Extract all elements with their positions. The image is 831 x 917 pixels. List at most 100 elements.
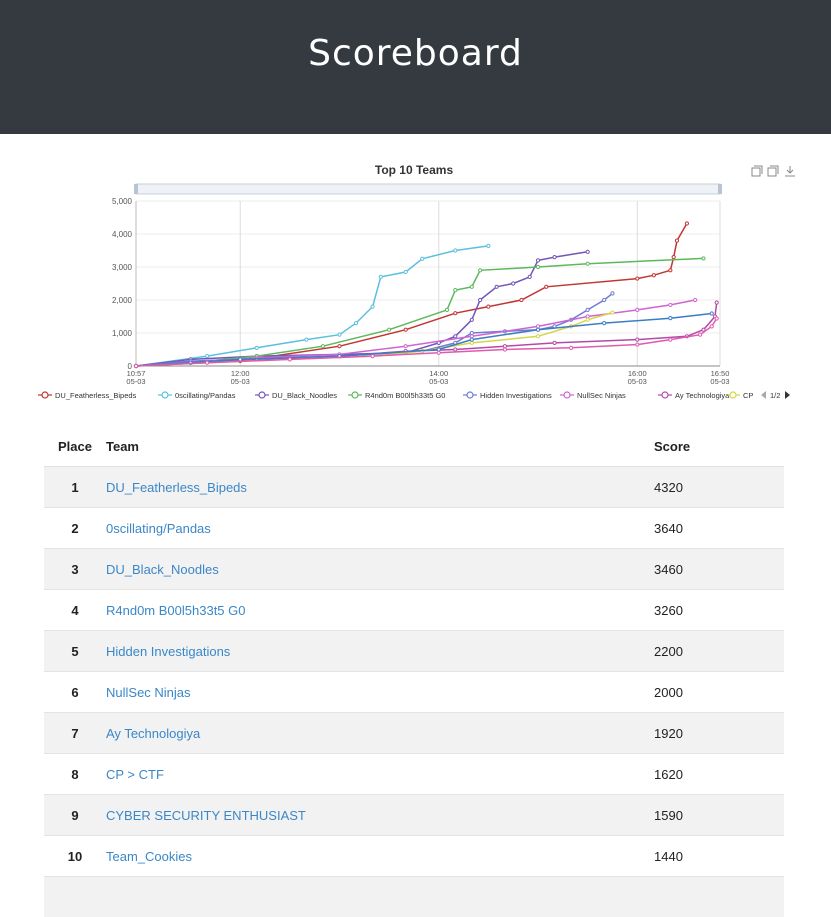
data-point	[470, 285, 473, 288]
place-cell: 7	[44, 713, 106, 754]
place-cell: 10	[44, 836, 106, 877]
x-tick-date-label: 05-03	[126, 377, 145, 386]
data-point	[470, 335, 473, 338]
data-point	[454, 348, 457, 351]
legend-page-label: 1/2	[770, 391, 780, 400]
team-cell: Team_Cookies	[106, 836, 654, 877]
page-title: Scoreboard	[308, 33, 523, 74]
team-cell: DU_Black_Noodles	[106, 549, 654, 590]
team-link[interactable]: Team_Cookies	[106, 849, 192, 864]
data-point	[404, 345, 407, 348]
score-cell: 3640	[654, 508, 784, 549]
score-header: Score	[654, 426, 784, 467]
place-header: Place	[44, 426, 106, 467]
data-point	[503, 348, 506, 351]
team-link[interactable]: Hidden Investigations	[106, 644, 230, 659]
data-point	[685, 222, 688, 225]
data-point	[371, 305, 374, 308]
table-row: 10 Team_Cookies 1440	[44, 836, 784, 877]
data-point	[553, 256, 556, 259]
data-point	[545, 285, 548, 288]
legend-swatch-marker	[352, 392, 358, 398]
team-link[interactable]: Ay Technologiya	[106, 726, 200, 741]
data-point	[715, 301, 718, 304]
table-header-row: Place Team Score	[44, 426, 784, 467]
data-point	[371, 355, 374, 358]
team-link[interactable]: CYBER SECURITY ENTHUSIAST	[106, 808, 306, 823]
zoom-reset-icon	[768, 166, 778, 176]
place-cell: 9	[44, 795, 106, 836]
data-point	[669, 317, 672, 320]
data-point	[536, 259, 539, 262]
data-point	[586, 262, 589, 265]
x-tick-date-label: 05-03	[231, 377, 250, 386]
table-row: 8 CP > CTF 1620	[44, 754, 784, 795]
data-point	[694, 298, 697, 301]
table-row: 7 Ay Technologiya 1920	[44, 713, 784, 754]
score-chart-svg: Top 10 Teams01,0002,0003,0004,0005,00010…	[30, 150, 801, 410]
data-point	[470, 341, 473, 344]
data-point	[454, 289, 457, 292]
data-point	[586, 250, 589, 253]
score-cell: 4320	[654, 467, 784, 508]
team-link[interactable]: CP > CTF	[106, 767, 164, 782]
data-point	[536, 325, 539, 328]
legend-item-label: DU_Black_Noodles	[272, 391, 337, 400]
data-point	[636, 277, 639, 280]
data-point	[699, 333, 702, 336]
data-point	[715, 317, 718, 320]
table-row-partial	[44, 877, 784, 917]
legend-swatch-marker	[730, 392, 736, 398]
data-point	[512, 282, 515, 285]
score-cell: 3260	[654, 590, 784, 631]
data-point	[536, 328, 539, 331]
data-point	[487, 305, 490, 308]
data-point	[652, 274, 655, 277]
data-point	[669, 269, 672, 272]
y-tick-label: 5,000	[112, 197, 133, 206]
score-cell: 1920	[654, 713, 784, 754]
data-point	[586, 318, 589, 321]
team-cell: NullSec Ninjas	[106, 672, 654, 713]
team-link[interactable]: DU_Black_Noodles	[106, 562, 219, 577]
data-point	[454, 335, 457, 338]
data-point	[470, 338, 473, 341]
place-cell: 4	[44, 590, 106, 631]
data-point	[503, 345, 506, 348]
team-cell: CYBER SECURITY ENTHUSIAST	[106, 795, 654, 836]
team-header: Team	[106, 426, 654, 467]
data-point	[437, 348, 440, 351]
data-point	[487, 244, 490, 247]
team-link[interactable]: 0scillating/Pandas	[106, 521, 211, 536]
data-point	[570, 346, 573, 349]
data-point	[536, 265, 539, 268]
data-point	[338, 333, 341, 336]
zoom-slider-track	[136, 184, 720, 194]
team-cell: Hidden Investigations	[106, 631, 654, 672]
place-cell: 8	[44, 754, 106, 795]
data-point	[470, 318, 473, 321]
legend-item-label: 0scillating/Pandas	[175, 391, 236, 400]
data-point	[404, 270, 407, 273]
partial-row-cell	[44, 877, 784, 917]
legend-swatch-marker	[467, 392, 473, 398]
data-point	[354, 322, 357, 325]
data-point	[239, 358, 242, 361]
data-point	[553, 341, 556, 344]
place-cell: 1	[44, 467, 106, 508]
data-point	[636, 308, 639, 311]
team-link[interactable]: NullSec Ninjas	[106, 685, 191, 700]
data-point	[388, 328, 391, 331]
scoreboard-table: Place Team Score 1 DU_Featherless_Bipeds…	[44, 426, 784, 917]
table-row: 9 CYBER SECURITY ENTHUSIAST 1590	[44, 795, 784, 836]
data-point	[338, 345, 341, 348]
data-point	[379, 275, 382, 278]
legend-item-label: CP	[743, 391, 753, 400]
data-point	[586, 315, 589, 318]
team-cell: Ay Technologiya	[106, 713, 654, 754]
team-link[interactable]: DU_Featherless_Bipeds	[106, 480, 247, 495]
zoom-slider-handle-right	[718, 184, 722, 194]
team-link[interactable]: R4nd0m B00l5h33t5 G0	[106, 603, 245, 618]
legend-item-label: R4nd0m B00l5h33t5 G0	[365, 391, 445, 400]
data-point	[702, 257, 705, 260]
